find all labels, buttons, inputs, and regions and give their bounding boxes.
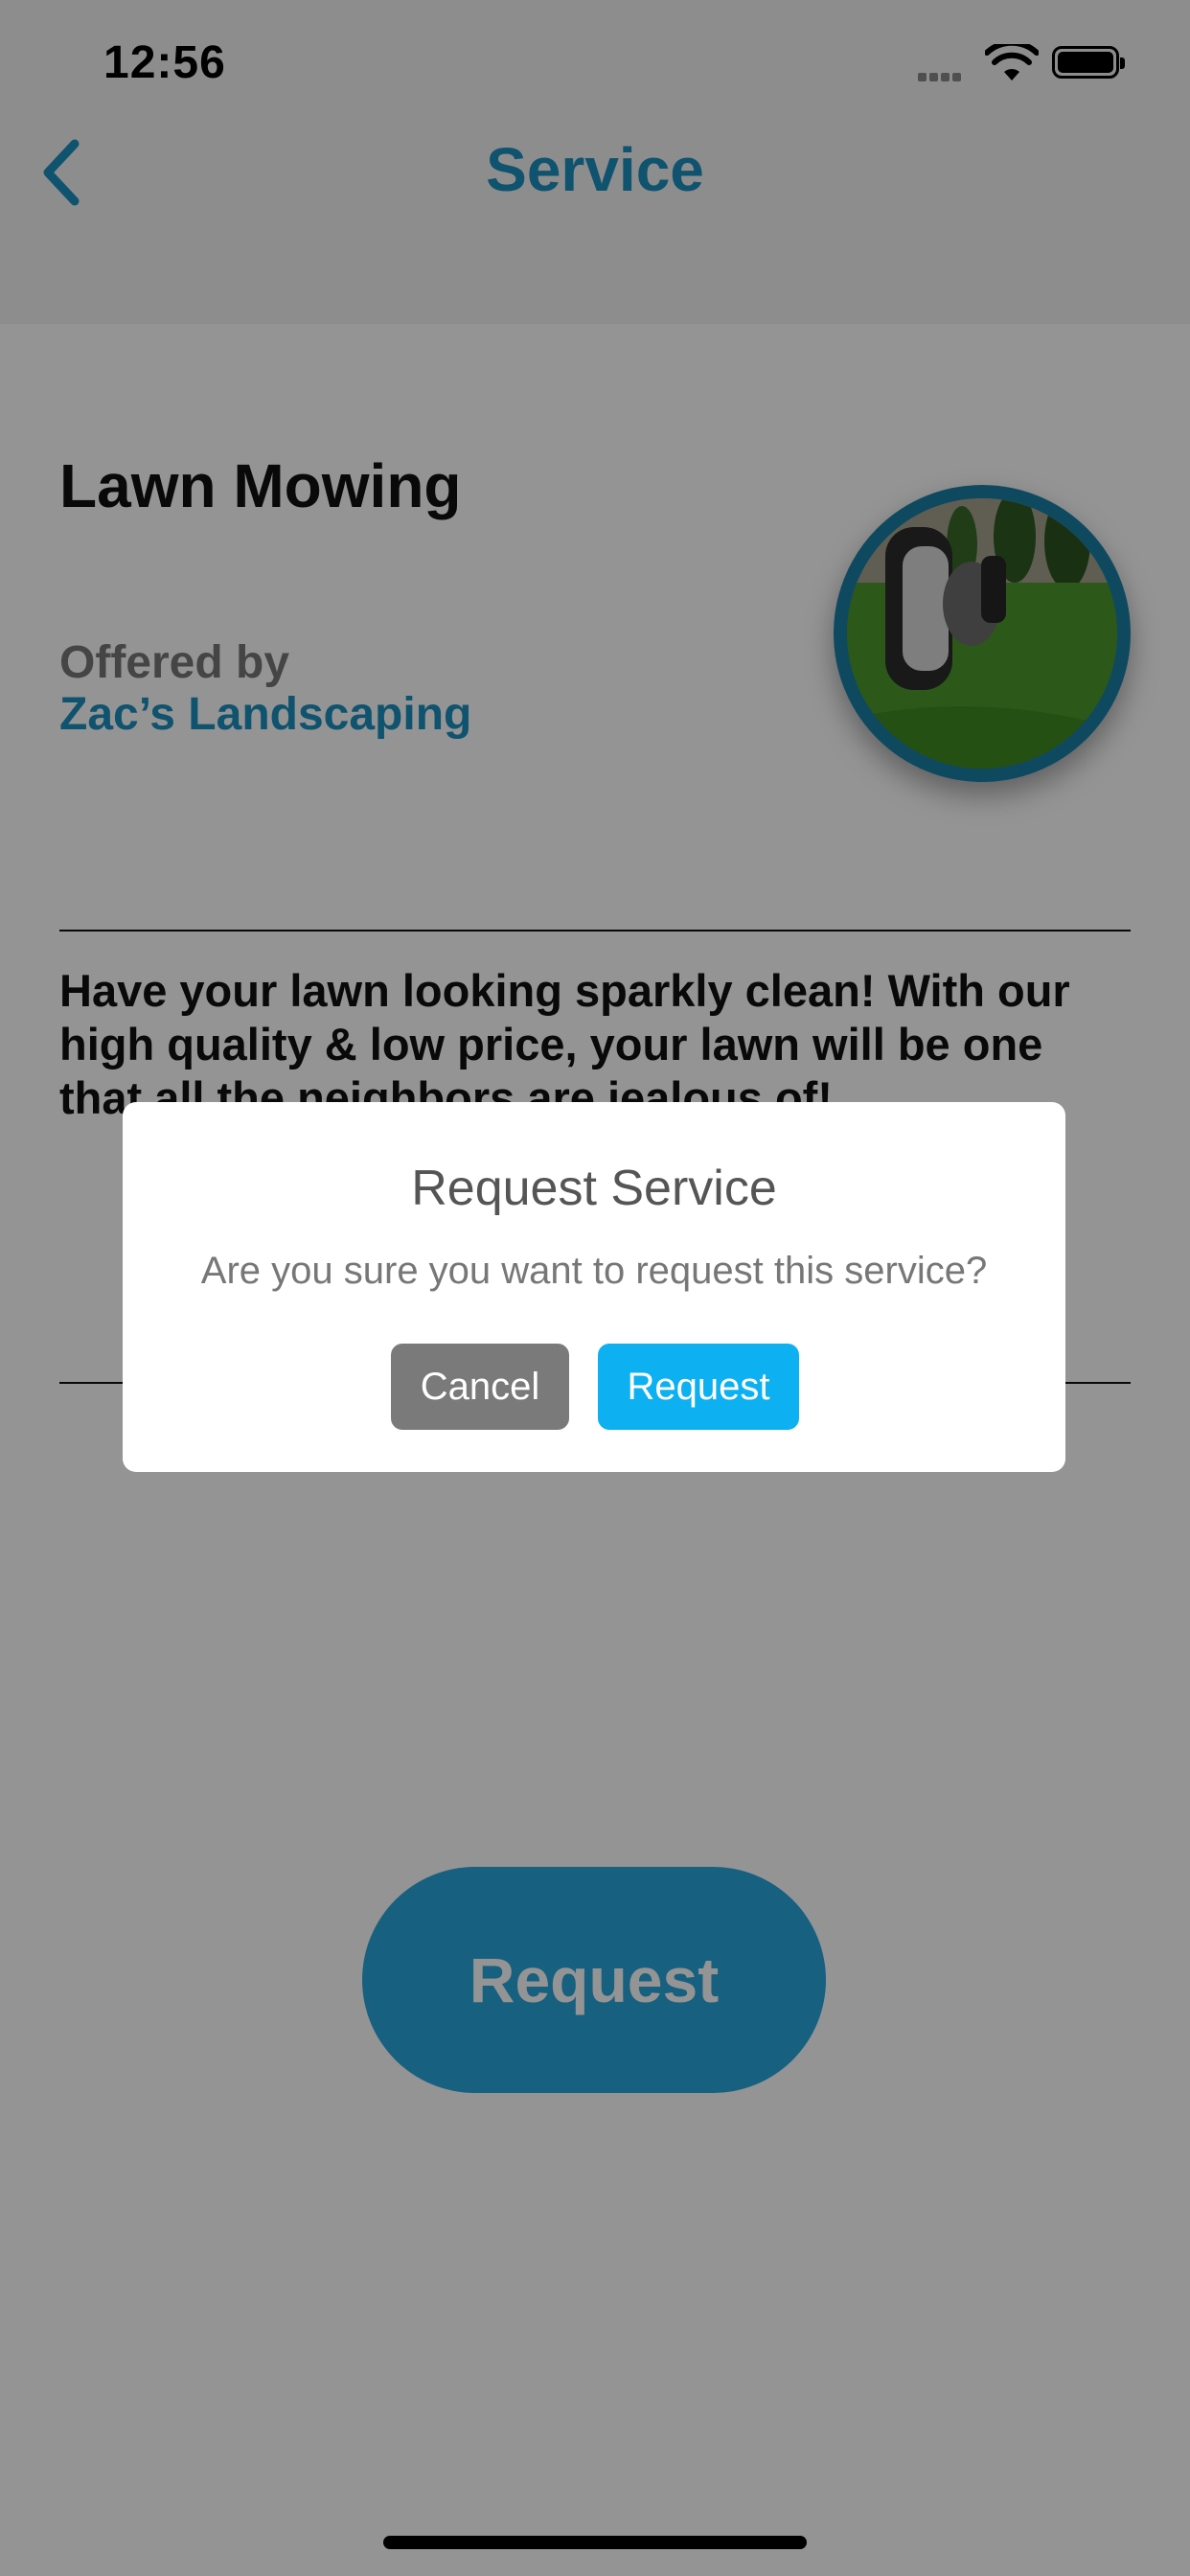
- confirm-request-button[interactable]: Request: [598, 1344, 799, 1430]
- request-dialog: Request Service Are you sure you want to…: [123, 1102, 1065, 1472]
- cancel-button[interactable]: Cancel: [391, 1344, 569, 1430]
- dialog-title: Request Service: [411, 1161, 777, 1216]
- dialog-message: Are you sure you want to request this se…: [200, 1250, 988, 1292]
